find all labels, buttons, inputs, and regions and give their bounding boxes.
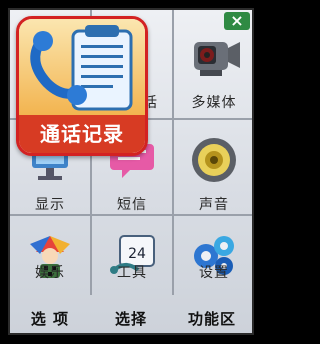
menu-item-label: 娱乐 — [35, 265, 65, 281]
featured-tile-call-log[interactable]: 通话记录 — [16, 16, 148, 156]
phone-handset-icon — [30, 25, 133, 111]
softkey-function-area[interactable]: 功能区 — [172, 308, 252, 329]
softkey-options[interactable]: 选 项 — [10, 308, 90, 329]
menu-item-label: 工具 — [117, 265, 147, 281]
phone-screen: 话 多媒体 显示 短信 声音 娱乐 24 工具 设置 × 通话记录 选 项 选择… — [8, 8, 254, 335]
featured-tile-label: 通话记录 — [19, 115, 145, 153]
menu-item-label: 设置 — [199, 265, 229, 281]
menu-item-label: 多媒体 — [191, 95, 237, 111]
camcorder-icon — [194, 42, 240, 76]
menu-item-label: 声音 — [199, 197, 229, 213]
softkey-bar: 选 项 选择 功能区 — [10, 293, 252, 333]
menu-item-sound[interactable]: 声音 — [174, 120, 252, 220]
menu-item-label: 短信 — [117, 197, 147, 213]
close-icon: × — [230, 11, 244, 30]
menu-item-label: 显示 — [35, 197, 65, 213]
call-log-illustration — [19, 19, 145, 119]
speaker-icon — [192, 138, 236, 182]
menu-item-multimedia[interactable]: 多媒体 — [174, 18, 252, 118]
calendar-day-text: 24 — [128, 246, 146, 262]
close-button[interactable]: × — [224, 12, 250, 30]
softkey-select[interactable]: 选择 — [91, 308, 171, 329]
